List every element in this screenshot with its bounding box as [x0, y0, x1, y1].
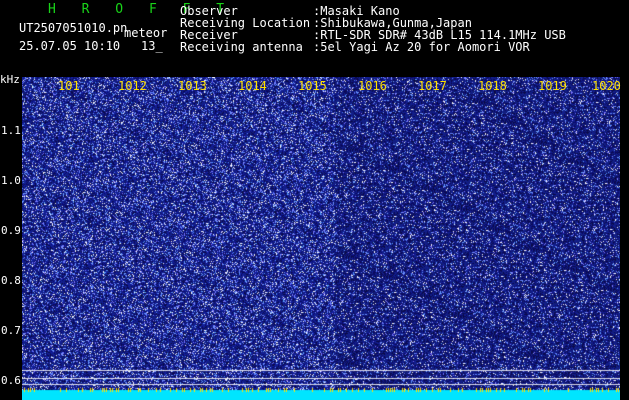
time-label: 1019 — [538, 79, 567, 93]
time-label: 1020 — [592, 79, 621, 93]
spectrogram-canvas-area — [22, 77, 620, 400]
unit-label: kHz — [0, 73, 20, 86]
y-tick-label: 1.0 — [1, 174, 21, 187]
time-label: 1014 — [238, 79, 267, 93]
y-tick-label: 0.7 — [1, 324, 21, 337]
time-label: 1012 — [118, 79, 147, 93]
time-label: 1018 — [478, 79, 507, 93]
antenna-value: :5el Yagi Az 20 for Aomori VOR — [313, 40, 530, 54]
time-label: 101 — [58, 79, 80, 93]
category-label: meteor — [124, 26, 168, 40]
spectrogram-image — [22, 77, 620, 400]
time-label: 1015 — [298, 79, 327, 93]
filename-label: UT2507051010.pn — [19, 21, 128, 35]
header-panel: H R O F F T UT2507051010.pn meteor 25.07… — [0, 0, 629, 72]
y-tick-label: 0.9 — [1, 224, 21, 237]
y-tick-label: 0.8 — [1, 274, 21, 287]
y-tick-label: 0.6 — [1, 374, 21, 387]
y-tick-label: 1.1 — [1, 124, 21, 137]
time-label: 1013 — [178, 79, 207, 93]
antenna-label: Receiving antenna — [180, 40, 303, 54]
time-label: 1016 — [358, 79, 387, 93]
counter-label: 13_ — [141, 39, 163, 53]
datetime-label: 25.07.05 10:10 — [19, 39, 121, 53]
time-label: 1017 — [418, 79, 447, 93]
